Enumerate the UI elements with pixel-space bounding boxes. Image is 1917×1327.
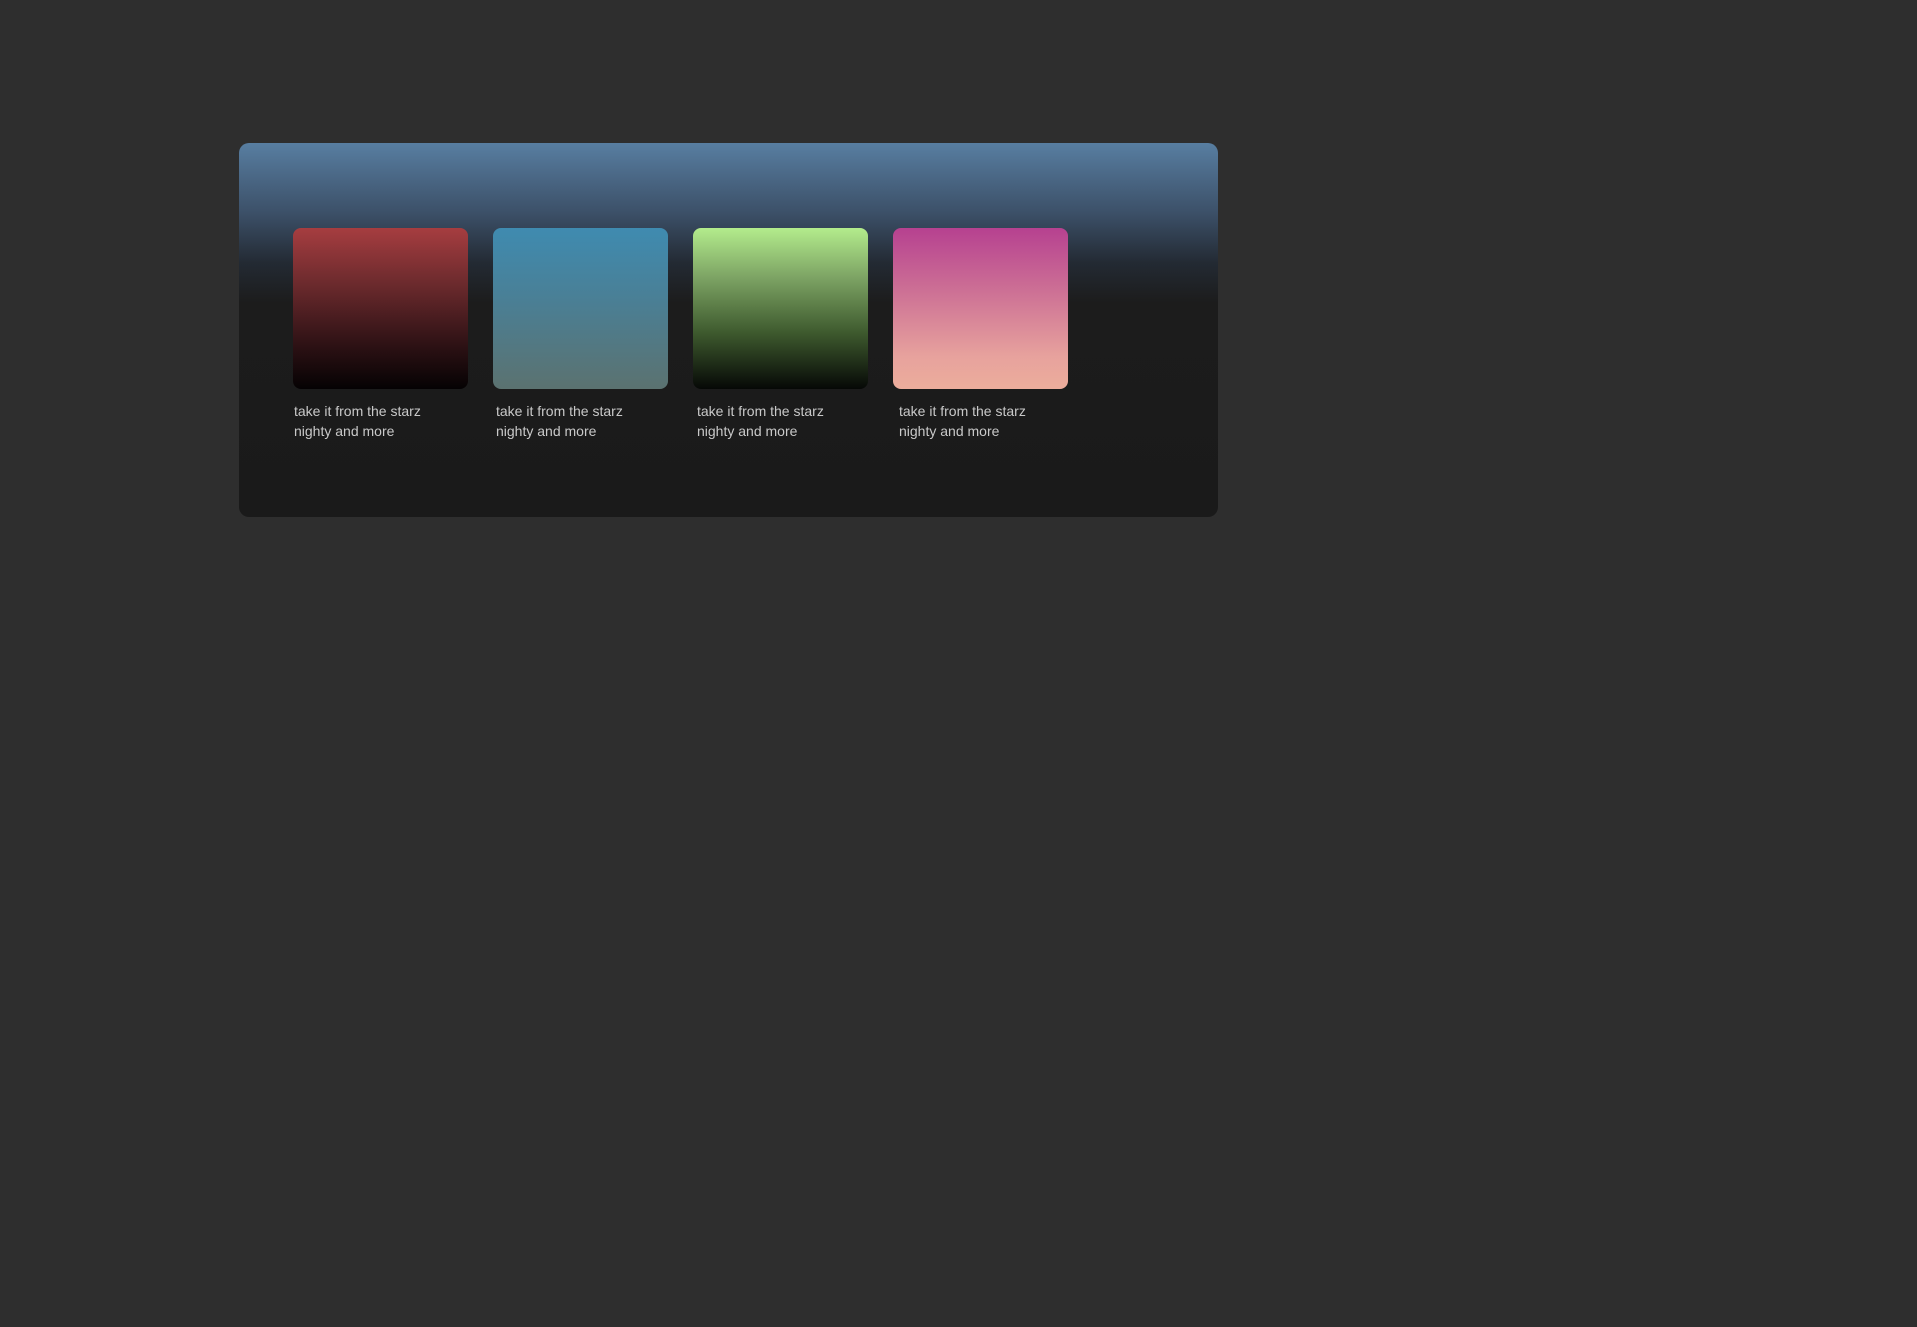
card-caption: take it from the starz nighty and more — [293, 401, 468, 441]
card-title: take it from the starz — [697, 403, 824, 419]
card-subtitle: nighty and more — [697, 423, 798, 439]
playlist-card[interactable]: take it from the starz nighty and more — [693, 228, 868, 441]
playlist-panel: take it from the starz nighty and more t… — [239, 143, 1218, 517]
card-caption: take it from the starz nighty and more — [493, 401, 668, 441]
cover-art[interactable] — [893, 228, 1068, 389]
cover-art[interactable] — [693, 228, 868, 389]
card-caption: take it from the starz nighty and more — [693, 401, 868, 441]
card-title: take it from the starz — [899, 403, 1026, 419]
card-subtitle: nighty and more — [899, 423, 1000, 439]
card-subtitle: nighty and more — [294, 423, 395, 439]
playlist-card[interactable]: take it from the starz nighty and more — [493, 228, 668, 441]
card-title: take it from the starz — [496, 403, 623, 419]
card-title: take it from the starz — [294, 403, 421, 419]
cover-art[interactable] — [493, 228, 668, 389]
cover-art[interactable] — [293, 228, 468, 389]
card-subtitle: nighty and more — [496, 423, 597, 439]
card-row: take it from the starz nighty and more t… — [293, 228, 1068, 441]
playlist-card[interactable]: take it from the starz nighty and more — [893, 228, 1068, 441]
card-caption: take it from the starz nighty and more — [893, 401, 1068, 441]
playlist-card[interactable]: take it from the starz nighty and more — [293, 228, 468, 441]
